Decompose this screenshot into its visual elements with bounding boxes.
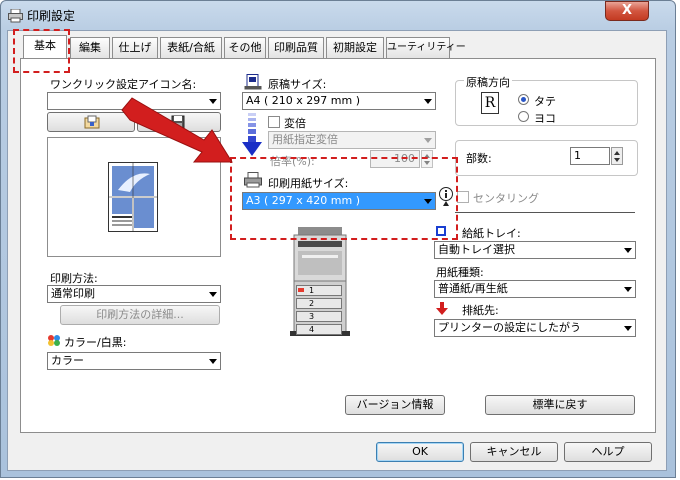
tray-value: 自動トレイ選択	[438, 243, 515, 256]
orientation-portrait-radio[interactable]	[518, 94, 529, 105]
scale-mode-select[interactable]: 用紙指定変倍	[268, 131, 436, 149]
tab-utility[interactable]: ユーティリティー	[386, 37, 466, 58]
tab-other[interactable]: その他	[224, 37, 266, 58]
scale-down-arrow-icon	[242, 113, 262, 156]
annotation-arrow	[121, 97, 233, 163]
tray-select[interactable]: 自動トレイ選択	[434, 241, 636, 259]
one-click-label: ワンクリック設定アイコン名:	[50, 78, 197, 91]
ok-button[interactable]: OK	[376, 442, 464, 462]
close-icon: X	[621, 3, 633, 18]
copies-label: 部数:	[466, 152, 492, 165]
scale-mode-value: 用紙指定変倍	[272, 133, 338, 146]
color-dots-icon	[48, 335, 60, 346]
print-method-value: 通常印刷	[51, 287, 95, 300]
orientation-portrait-label: タテ	[534, 95, 556, 108]
tray-3: 3	[296, 311, 342, 322]
active-tray-marker	[298, 288, 304, 292]
tab-cover[interactable]: 表紙/合紙	[160, 37, 222, 58]
orientation-preview-icon: R	[481, 92, 499, 114]
output-red-arrow-icon	[436, 302, 448, 315]
original-size-label: 原稿サイズ:	[268, 78, 327, 91]
cancel-button[interactable]: キャンセル	[470, 442, 558, 462]
output-label: 排紙先:	[462, 304, 499, 317]
color-mode-value: カラー	[51, 354, 84, 367]
print-method-details-button[interactable]: 印刷方法の詳細...	[60, 305, 220, 325]
output-value: プリンターの設定にしたがう	[438, 321, 581, 334]
title-bar[interactable]: 印刷設定 X	[1, 1, 675, 31]
highlight-basic-tab	[13, 29, 70, 73]
window-title: 印刷設定	[27, 9, 76, 23]
media-type-label: 用紙種類:	[436, 266, 484, 279]
version-info-button[interactable]: バージョン情報	[345, 395, 445, 415]
orientation-landscape-label: ヨコ	[534, 112, 556, 125]
copies-spinner[interactable]	[611, 147, 623, 165]
scale-checkbox-label: 変倍	[284, 117, 306, 130]
original-size-value: A4 ( 210 x 297 mm )	[246, 94, 361, 107]
original-size-select[interactable]: A4 ( 210 x 297 mm )	[242, 92, 436, 110]
help-button[interactable]: ヘルプ	[564, 442, 652, 462]
print-method-label: 印刷方法:	[50, 272, 98, 285]
tab-defaults[interactable]: 初期設定	[326, 37, 384, 58]
copies-input[interactable]: 1	[570, 147, 610, 165]
tray-stack: 1 2 3 4	[296, 285, 342, 337]
media-type-value: 普通紙/再生紙	[438, 282, 508, 295]
centering-label: センタリング	[473, 192, 539, 205]
tab-finishing[interactable]: 仕上げ	[112, 37, 158, 58]
highlight-paper-size	[230, 157, 458, 240]
print-method-select[interactable]: 通常印刷	[47, 285, 221, 303]
tray-2: 2	[296, 298, 342, 309]
close-button[interactable]: X	[605, 1, 649, 21]
output-select[interactable]: プリンターの設定にしたがう	[434, 319, 636, 337]
orientation-landscape-radio[interactable]	[518, 111, 529, 122]
orientation-title: 原稿方向	[464, 74, 512, 90]
color-mode-label: カラー/白黒:	[64, 336, 127, 349]
color-mode-select[interactable]: カラー	[47, 352, 221, 370]
tab-quality[interactable]: 印刷品質	[268, 37, 324, 58]
separator-line	[455, 212, 635, 213]
tab-edit[interactable]: 編集	[70, 37, 110, 58]
load-preset-icon	[84, 115, 100, 129]
reset-defaults-button[interactable]: 標準に戻す	[485, 395, 635, 415]
tray-label: 給紙トレイ:	[462, 227, 521, 240]
tray-4: 4	[296, 324, 342, 335]
media-type-select[interactable]: 普通紙/再生紙	[434, 280, 636, 298]
page-preview-image	[108, 162, 158, 232]
printer-icon	[8, 9, 23, 23]
original-size-icon	[244, 74, 262, 90]
centering-checkbox[interactable]	[457, 191, 469, 203]
scale-checkbox[interactable]	[268, 116, 280, 128]
